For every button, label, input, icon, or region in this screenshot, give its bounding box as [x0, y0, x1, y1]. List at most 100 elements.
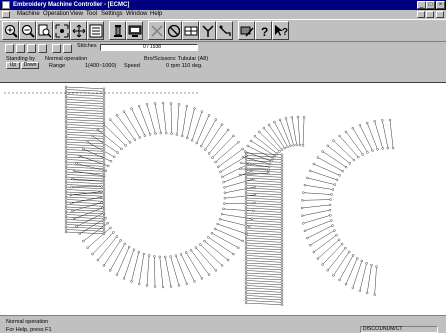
stitch-list-button[interactable]	[87, 21, 104, 40]
close-window-button[interactable]: ×	[436, 1, 445, 9]
stitch-point	[216, 222, 219, 226]
stitch-point	[280, 201, 284, 204]
stitch-point	[331, 224, 334, 227]
pointer-tool-button[interactable]	[16, 44, 25, 53]
frame-tool-button[interactable]	[5, 44, 14, 53]
stitch-point	[280, 266, 284, 269]
context-help-icon: ?	[275, 25, 288, 38]
stitch-point	[360, 259, 363, 263]
mdi-minimize-button[interactable]	[417, 11, 425, 18]
stitch-point	[64, 160, 68, 164]
expand-button[interactable]	[70, 21, 87, 40]
stitch-point	[64, 188, 68, 191]
context-help-button[interactable]: ?	[272, 21, 289, 40]
menu-window[interactable]: Window	[126, 11, 147, 18]
status-text: Normal operation	[6, 319, 49, 325]
stitch-point	[381, 147, 384, 150]
stitch-point	[158, 255, 161, 259]
stitch-point	[244, 271, 248, 275]
minimize-button[interactable]: _	[417, 1, 426, 9]
spool-icon	[114, 25, 122, 37]
stitch-point	[250, 170, 254, 173]
stitch-point	[280, 261, 284, 264]
zoom-in-button[interactable]	[2, 21, 19, 40]
menu-machine[interactable]: Machine	[17, 11, 40, 18]
maximize-button[interactable]: □	[426, 1, 435, 9]
stitch-point	[64, 165, 68, 169]
stitch-point	[112, 231, 115, 234]
app-icon[interactable]	[2, 1, 10, 9]
mdi-restore-button[interactable]	[426, 11, 434, 18]
stitch-point	[99, 190, 103, 193]
stitch-point	[244, 301, 248, 305]
info-tool-button[interactable]	[52, 44, 61, 53]
stitch-point	[280, 208, 284, 211]
menu-operation[interactable]: Operation	[43, 11, 69, 18]
help-button[interactable]: ?	[255, 21, 272, 40]
stitch-point	[244, 276, 248, 280]
stitch-point	[329, 198, 332, 201]
stitch-point	[344, 165, 348, 169]
stitch-point	[64, 93, 68, 96]
stitches-value: 0 / 1938	[143, 44, 162, 50]
stitch-point	[64, 168, 68, 171]
cancel-button[interactable]	[165, 21, 182, 40]
document-icon[interactable]	[2, 11, 10, 18]
stitch-point	[102, 132, 106, 135]
stitch-point	[222, 180, 225, 184]
monitor-button[interactable]	[126, 21, 143, 40]
monitor-icon	[128, 25, 142, 37]
mark-tool-button[interactable]	[38, 44, 47, 53]
menu-bar: Machine Operation View Tool Settings Win…	[0, 10, 446, 19]
stitch-point	[347, 250, 351, 254]
fork-button[interactable]	[199, 21, 216, 40]
stitch-point	[366, 121, 369, 125]
stitch-point	[352, 158, 356, 162]
step-tool-button[interactable]	[27, 44, 36, 53]
app-window: Embroidery Machine Controller - [ECMC] _…	[0, 0, 446, 333]
embroidery-view[interactable]	[0, 82, 446, 315]
menu-view[interactable]: View	[70, 11, 83, 18]
close-icon	[151, 25, 163, 37]
spool-button[interactable]	[109, 21, 126, 40]
stitch-point	[286, 145, 289, 149]
stitch-point	[280, 216, 284, 219]
stitch-point	[328, 208, 332, 212]
stitch-point	[326, 144, 329, 147]
stitch-point	[244, 211, 248, 215]
fit-button[interactable]	[53, 21, 70, 40]
monitor-pen-button[interactable]	[238, 21, 255, 40]
stitch-point	[280, 291, 284, 294]
stitch-point	[223, 202, 226, 205]
menu-help[interactable]: Help	[150, 11, 162, 18]
down-button[interactable]: Down	[21, 62, 39, 69]
arrow-tool-button[interactable]	[63, 44, 72, 53]
stitch-point	[332, 274, 335, 277]
stitch-point	[248, 162, 251, 165]
zoom-window-button[interactable]	[36, 21, 53, 40]
stitch-point	[280, 148, 284, 151]
panel-button[interactable]	[182, 21, 199, 40]
stitch-point	[100, 185, 103, 188]
needle-button[interactable]	[216, 21, 233, 40]
menu-settings[interactable]: Settings	[101, 11, 123, 18]
stitch-point	[284, 117, 288, 120]
menu-tool[interactable]: Tool	[86, 11, 97, 18]
stitch-point	[181, 134, 184, 138]
operation-mode: Normal operation	[45, 56, 88, 62]
stitch-point	[102, 120, 106, 123]
stitch-point	[271, 157, 275, 160]
clear-button[interactable]	[148, 21, 165, 40]
stitch-point	[82, 239, 85, 243]
stitch-point	[64, 200, 68, 204]
stitch-point	[244, 249, 248, 252]
stitch-point	[64, 140, 68, 144]
up-button[interactable]: Up	[6, 62, 20, 69]
stitch-point	[64, 205, 68, 209]
zoom-out-button[interactable]	[19, 21, 36, 40]
stitch-point	[70, 185, 73, 189]
mdi-close-button[interactable]	[436, 11, 444, 18]
help-icon: ?	[261, 25, 268, 38]
help-hint: For Help, press F1	[6, 327, 52, 333]
stitch-point	[356, 257, 359, 260]
